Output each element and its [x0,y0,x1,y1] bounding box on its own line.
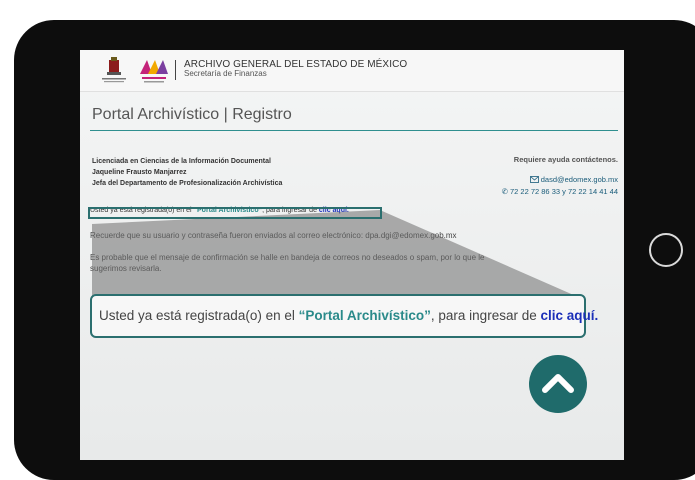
zoomed-message-callout: Usted ya está registrada(o) en el “Porta… [90,294,598,338]
phone-row: ✆ 72 22 72 86 33 y 72 22 14 41 44 [502,186,618,198]
help-title: Requiere ayuda contáctenos. [513,155,618,164]
email-row: dasd@edomex.gob.mx [502,174,618,186]
state-government-logo [102,57,126,83]
spam-notice: Es probable que el mensaje de confirmaci… [90,253,485,273]
contact-person: Licenciada en Ciencias de la Información… [92,156,282,189]
contact-line-1: Licenciada en Ciencias de la Información… [92,158,271,165]
credentials-message: Recuerde que su usuario y contraseña fue… [90,231,457,240]
contact-line-2: Jaqueline Frausto Manjarrez [92,169,187,176]
envelope-icon [529,176,539,183]
help-phone[interactable]: 72 22 72 86 33 y 72 22 14 41 44 [510,187,618,196]
callout-mid: , para ingresar de [430,308,541,323]
header-divider [175,60,176,80]
contact-line-3: Jefa del Departamento de Profesionalizac… [92,180,283,187]
page-title: Portal Archivístico | Registro [92,106,292,123]
tablet-home-button[interactable] [649,233,683,267]
chevron-up-icon [542,374,574,393]
help-email[interactable]: dasd@edomex.gob.mx [541,175,618,184]
scroll-up-button[interactable] [529,355,587,413]
help-contact: Requiere ayuda contáctenos. dasd@edomex.… [502,154,618,198]
org-subtitle: Secretaría de Finanzas [184,69,267,78]
phone-icon: ✆ [501,187,508,196]
edomex-logo [140,60,168,83]
zoom-highlight-box [88,207,382,219]
site-header: ARCHIVO GENERAL DEL ESTADO DE MÉXICO Sec… [80,50,624,92]
title-divider [90,130,618,131]
callout-login-link[interactable]: clic aquí. [540,308,598,323]
callout-portal-name: “Portal Archivístico” [298,308,431,323]
callout-prefix: Usted ya está registrada(o) en el [99,308,299,323]
